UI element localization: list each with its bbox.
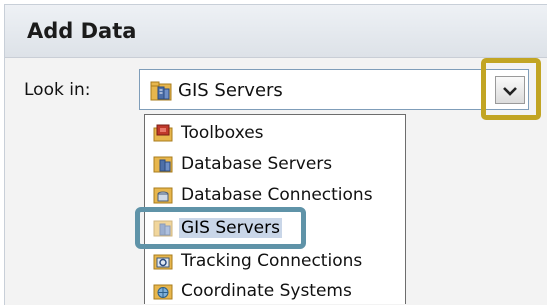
gis-servers-highlight: [135, 207, 306, 249]
look-in-value: GIS Servers: [178, 80, 283, 101]
dropdown-button-highlight: [481, 58, 541, 120]
database-connections-icon: [153, 185, 173, 205]
title-bar: Add Data: [5, 5, 547, 58]
list-item-label: Database Connections: [181, 185, 373, 205]
list-item-label: Toolboxes: [181, 123, 264, 143]
gis-servers-icon: [150, 81, 172, 101]
list-item-label: Database Servers: [181, 154, 333, 174]
tracking-connections-icon: [153, 251, 173, 271]
look-in-label: Look in:: [24, 80, 91, 100]
list-item-database-servers[interactable]: Database Servers: [151, 151, 401, 177]
look-in-combobox[interactable]: GIS Servers: [139, 69, 529, 110]
database-servers-icon: [153, 154, 173, 174]
list-item-toolboxes[interactable]: Toolboxes: [151, 120, 401, 146]
toolbox-icon: [153, 123, 173, 143]
list-item-database-connections[interactable]: Database Connections: [151, 182, 401, 208]
list-item-label: Tracking Connections: [181, 251, 363, 271]
list-item-label: Coordinate Systems: [181, 281, 352, 301]
coordinate-systems-icon: [153, 281, 173, 301]
list-item-coordinate-systems[interactable]: Coordinate Systems: [151, 278, 401, 304]
list-item-tracking-connections[interactable]: Tracking Connections: [151, 248, 401, 274]
dialog-title: Add Data: [27, 19, 137, 43]
